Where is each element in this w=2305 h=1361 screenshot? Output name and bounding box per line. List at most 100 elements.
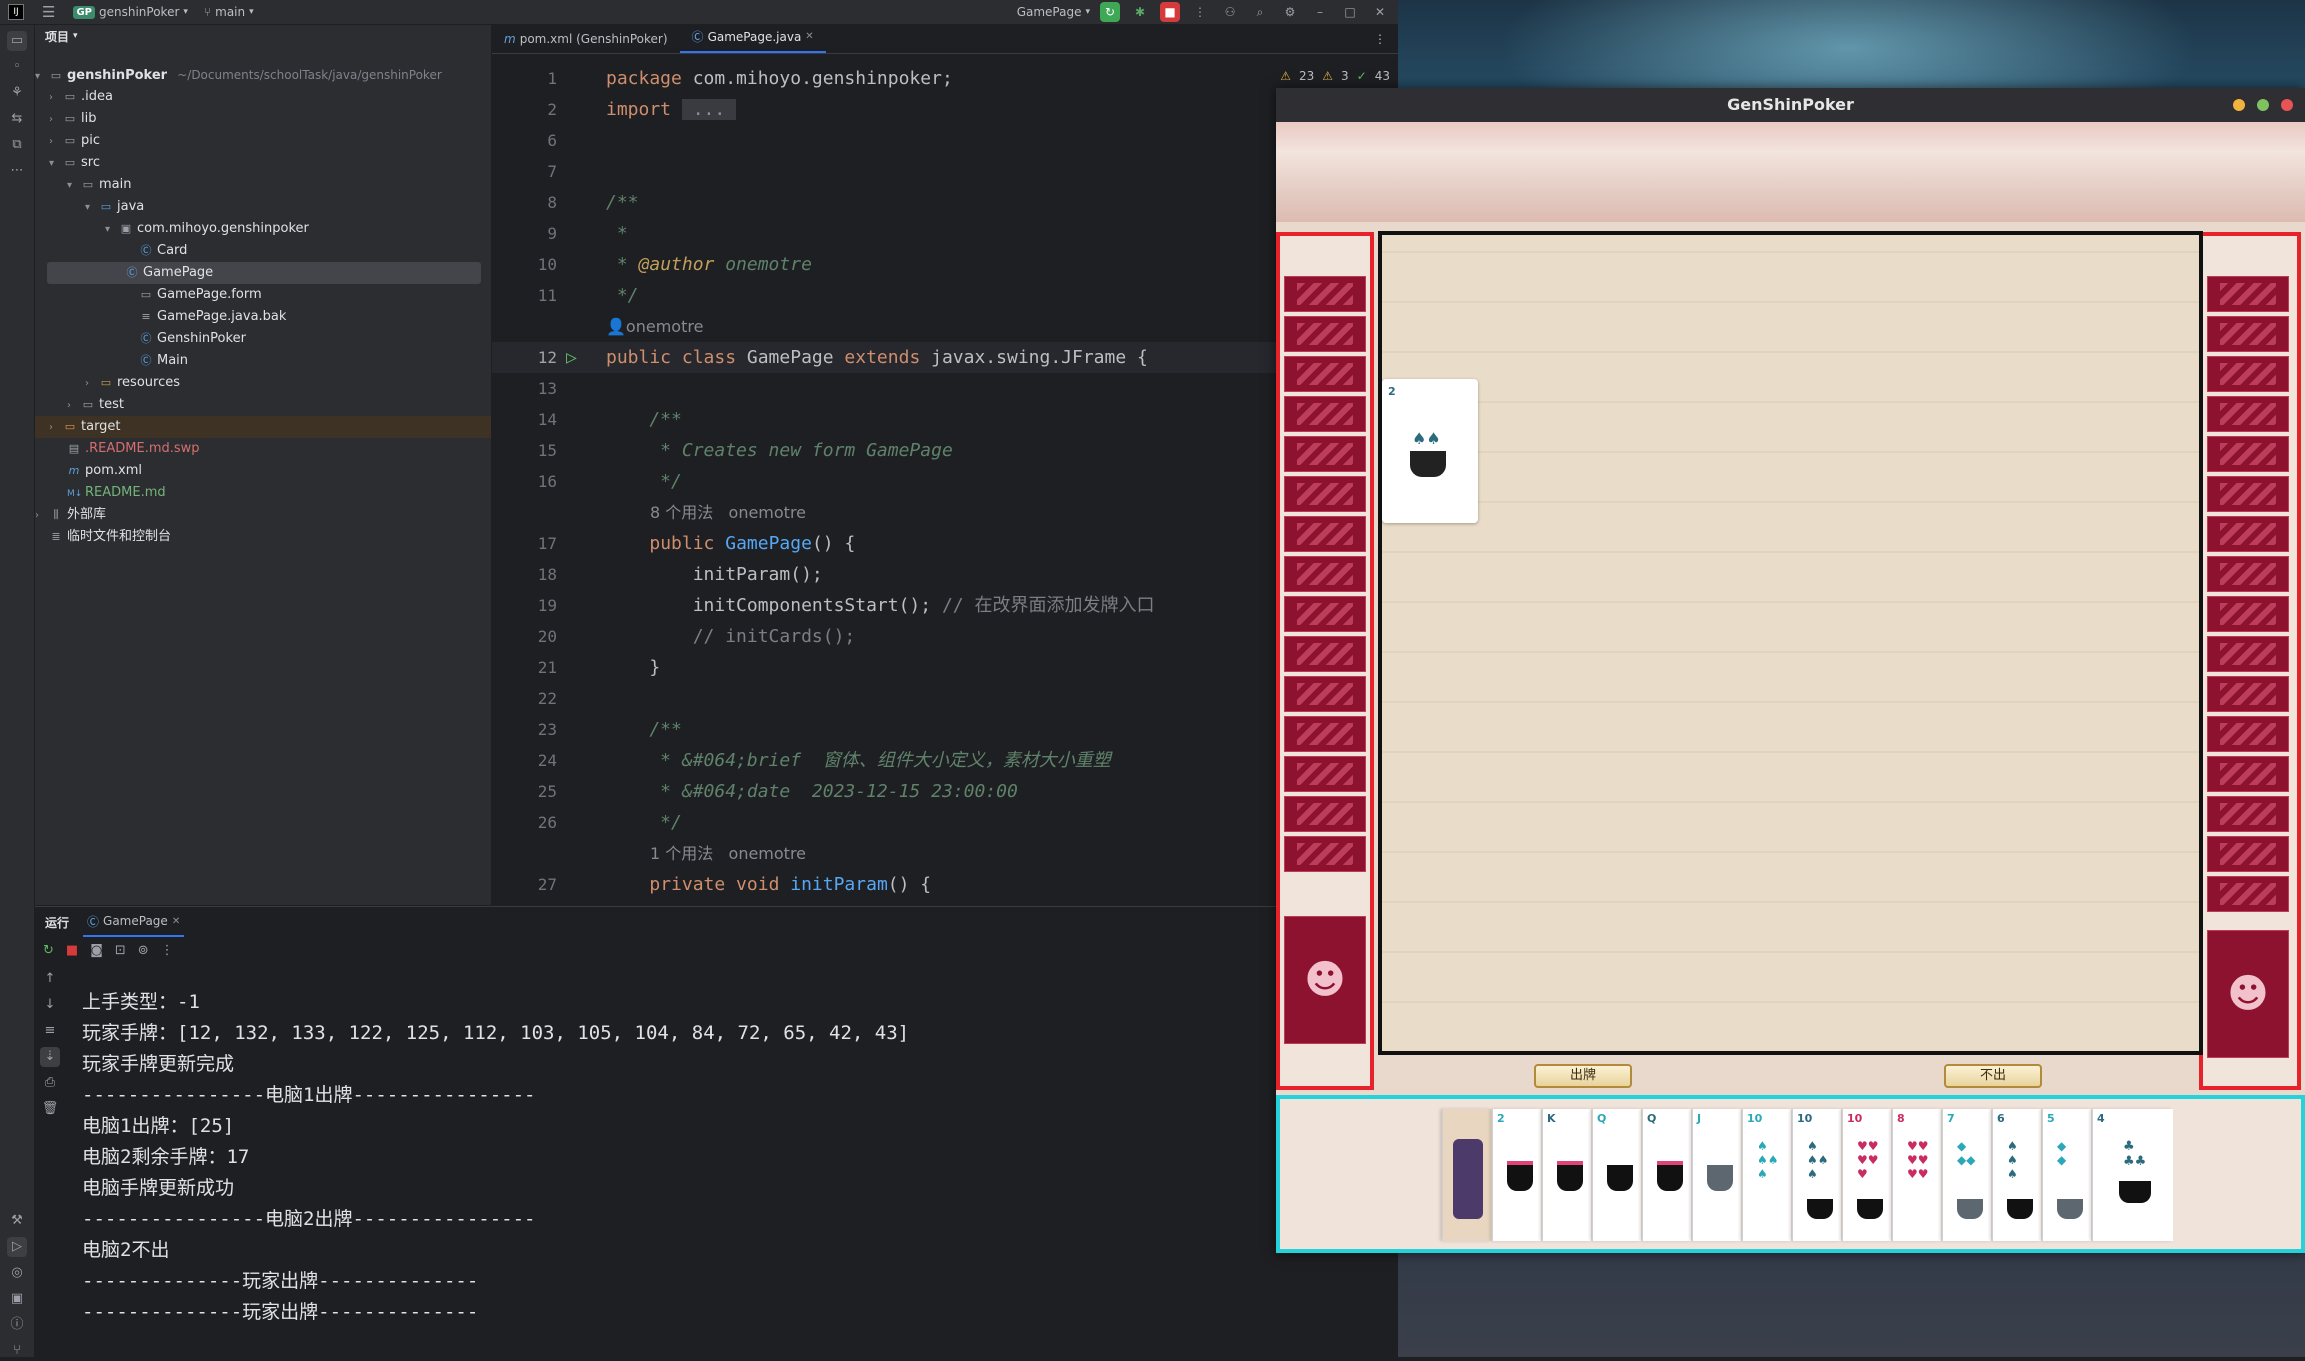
dump-threads-icon[interactable]: ⊡ xyxy=(115,943,126,958)
hand-card[interactable]: Q xyxy=(1642,1109,1691,1241)
play-button[interactable]: 出牌 xyxy=(1534,1064,1632,1088)
terminal-icon[interactable]: ▣ xyxy=(7,1289,27,1309)
diamond-pips-icon: ◆ ◆◆ xyxy=(1957,1139,1976,1167)
line-number: 16 xyxy=(537,472,557,491)
settings-gear-icon[interactable]: ⚙ xyxy=(1280,2,1300,22)
tree-item-label: 外部库 xyxy=(67,507,107,522)
close-button[interactable] xyxy=(2281,99,2293,111)
hand-card[interactable] xyxy=(1442,1109,1491,1241)
code-vision-hint[interactable]: 👤onemotre xyxy=(492,311,1398,342)
clear-all-icon[interactable]: 🗑 xyxy=(40,1099,60,1119)
tree-item[interactable]: Ⓒ Card xyxy=(125,240,188,262)
hand-card[interactable]: 10 ♠ ♠♠ ♠ xyxy=(1792,1109,1841,1241)
tree-item[interactable]: ▾ ▭ main xyxy=(67,174,131,196)
maximize-icon[interactable]: □ xyxy=(1340,2,1360,22)
close-icon[interactable]: ✕ xyxy=(1370,2,1390,22)
tree-item-selected[interactable]: Ⓒ GamePage xyxy=(47,262,481,284)
main-menu-icon[interactable]: ☰ xyxy=(42,3,55,21)
class-icon: Ⓒ xyxy=(87,914,100,929)
run-tool-icon[interactable]: ▷ xyxy=(7,1237,27,1257)
soft-wrap-icon[interactable]: ≡ xyxy=(40,1021,60,1041)
stop-icon[interactable]: ■ xyxy=(66,943,78,958)
tree-item[interactable]: M↓ README.md xyxy=(67,482,166,504)
hand-card[interactable]: 7 ◆ ◆◆ xyxy=(1942,1109,1991,1241)
minimize-icon[interactable]: – xyxy=(1310,2,1330,22)
card-back xyxy=(2207,436,2289,472)
maximize-button[interactable] xyxy=(2257,99,2269,111)
minimize-button[interactable] xyxy=(2233,99,2245,111)
more-icon[interactable]: ⋮ xyxy=(161,943,174,958)
profiler-icon[interactable]: ⊚ xyxy=(138,943,149,958)
problems-icon[interactable]: ⓘ xyxy=(7,1315,27,1335)
scroll-up-icon[interactable]: ↑ xyxy=(40,969,60,989)
hand-card[interactable]: Q xyxy=(1592,1109,1641,1241)
tree-item[interactable]: ≡ GamePage.java.bak xyxy=(125,306,286,328)
stop-button[interactable]: ■ xyxy=(1160,2,1180,22)
hand-card[interactable]: J xyxy=(1692,1109,1741,1241)
scroll-down-icon[interactable]: ↓ xyxy=(40,995,60,1015)
tree-item[interactable]: ▤ .README.md.swp xyxy=(67,438,200,460)
hand-card[interactable]: 10 ♥♥ ♥♥ ♥ xyxy=(1842,1109,1891,1241)
tree-item[interactable]: ▭ GamePage.form xyxy=(125,284,262,306)
play-table xyxy=(1378,231,2203,1055)
project-panel-header[interactable]: 项目 ▾ xyxy=(35,25,491,47)
scroll-to-end-icon[interactable]: ⇣ xyxy=(40,1047,60,1067)
tree-item[interactable]: Ⓒ GenshinPoker xyxy=(125,328,246,350)
tab-pom-xml[interactable]: m pom.xml (GenshinPoker) xyxy=(492,25,680,53)
hand-card[interactable]: 8 ♥♥ ♥♥ ♥♥ xyxy=(1892,1109,1941,1241)
tree-item[interactable]: › ▭ .idea xyxy=(49,86,113,108)
rerun-button[interactable]: ↻ xyxy=(1100,2,1120,22)
tree-item[interactable]: › ▭ pic xyxy=(49,130,100,152)
tree-item[interactable]: m pom.xml xyxy=(67,460,142,482)
tab-gamepage-run[interactable]: Ⓒ GamePage ✕ xyxy=(83,908,185,937)
hand-card[interactable]: K xyxy=(1542,1109,1591,1241)
tree-item[interactable]: ▾ ▭ src xyxy=(49,152,100,174)
search-icon[interactable]: ⌕ xyxy=(1250,2,1270,22)
tree-item[interactable]: › ▭ target xyxy=(35,416,491,438)
hand-card[interactable]: 5 ◆ ◆ xyxy=(2042,1109,2091,1241)
close-tab-icon[interactable]: ✕ xyxy=(805,23,813,51)
tree-item[interactable]: ▾ ▭ java xyxy=(85,196,144,218)
hand-card[interactable]: 6 ♠ ♠ ♠ xyxy=(1992,1109,2041,1241)
run-config-selector[interactable]: GamePage ▾ xyxy=(1017,5,1090,19)
more-icon[interactable]: ⋮ xyxy=(1190,2,1210,22)
print-icon[interactable]: ⎙ xyxy=(40,1073,60,1093)
services-icon[interactable]: ⧉ xyxy=(7,135,27,155)
hand-card[interactable]: 10 ♠ ♠♠ ♠ xyxy=(1742,1109,1791,1241)
project-selector[interactable]: GP genshinPoker ▾ xyxy=(73,5,188,19)
close-tab-icon[interactable]: ✕ xyxy=(172,916,180,927)
tree-item[interactable]: ≣ 临时文件和控制台 xyxy=(49,526,171,548)
card-back xyxy=(1284,556,1366,592)
game-titlebar[interactable]: GenShinPoker xyxy=(1276,88,2305,122)
code-body[interactable]: 1 package com.mihoyo.genshinpoker; 2 impor… xyxy=(492,63,1398,905)
commit-icon[interactable]: ◦ xyxy=(7,57,27,77)
rerun-icon[interactable]: ↻ xyxy=(43,943,54,958)
tree-root[interactable]: ▾ ▭ genshinPoker ~/Documents/schoolTask/ja… xyxy=(35,64,442,86)
tab-options-icon[interactable]: ⋮ xyxy=(1362,25,1398,53)
tree-item[interactable]: Ⓒ Main xyxy=(125,350,189,372)
branch-selector[interactable]: ⑂ main ▾ xyxy=(204,5,254,19)
pass-button[interactable]: 不出 xyxy=(1944,1064,2042,1088)
tree-item[interactable]: › ▭ resources xyxy=(85,372,180,394)
project-view-icon[interactable]: ▭ xyxy=(7,31,27,51)
pull-requests-icon[interactable]: ⇆ xyxy=(7,109,27,129)
debug-icon[interactable]: ✱ xyxy=(1130,2,1150,22)
git-icon[interactable]: ⑂ xyxy=(7,1341,27,1361)
code-vision-hint[interactable]: 8 个用法 onemotre xyxy=(492,497,1398,528)
tree-item[interactable]: › ⫼ 外部库 xyxy=(35,504,106,526)
screenshot-icon[interactable]: ◙ xyxy=(90,943,103,958)
run-gutter-icon[interactable]: ▷ xyxy=(566,342,577,373)
card-back xyxy=(1284,516,1366,552)
build-icon[interactable]: ⚒ xyxy=(7,1211,27,1231)
structure-icon[interactable]: ⚘ xyxy=(7,83,27,103)
account-icon[interactable]: ⚇ xyxy=(1220,2,1240,22)
more-tools-icon[interactable]: ⋯ xyxy=(7,161,27,181)
tree-item[interactable]: ▾ ▣ com.mihoyo.genshinpoker xyxy=(105,218,309,240)
code-vision-hint[interactable]: 1 个用法 onemotre xyxy=(492,838,1398,869)
tab-gamepage-java[interactable]: Ⓒ GamePage.java ✕ xyxy=(679,23,826,53)
hand-card[interactable]: 2 xyxy=(1492,1109,1541,1241)
tree-item[interactable]: › ▭ test xyxy=(67,394,124,416)
hand-card[interactable]: 4 ♣ ♣♣ xyxy=(2092,1109,2173,1241)
tree-item[interactable]: › ▭ lib xyxy=(49,108,96,130)
debug-tool-icon[interactable]: ◎ xyxy=(7,1263,27,1283)
